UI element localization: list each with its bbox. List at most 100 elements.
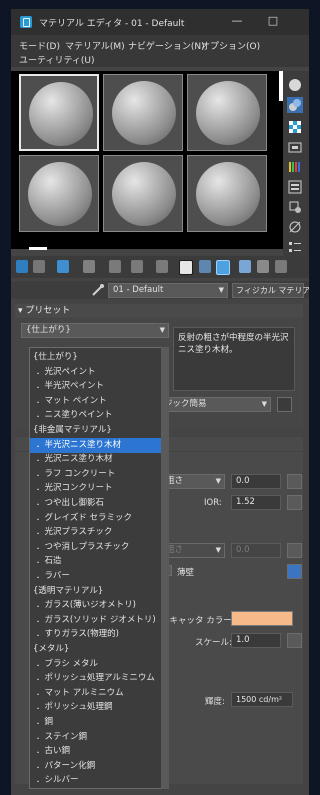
preset-list-item[interactable]: ．つや消しプラスチック <box>30 540 166 555</box>
sample-slot-3[interactable] <box>187 74 267 151</box>
go-parent-icon[interactable] <box>239 260 251 273</box>
put-library-icon[interactable] <box>156 260 168 273</box>
menu-utilities[interactable]: ユーティリティ(U) <box>19 53 95 66</box>
preset-list-item[interactable]: ．ラバー <box>30 569 166 584</box>
preset-list-item[interactable]: {仕上がり} <box>30 350 163 365</box>
menu-bar: モード(D) マテリアル(M) ナビゲーション(N) オプション(O) ユーティ… <box>11 35 309 67</box>
preset-rollout-header[interactable]: ▾ プリセット <box>15 304 303 318</box>
go-sibling-icon[interactable] <box>257 260 269 273</box>
preset-list-item[interactable]: ．光沢コンクリート <box>30 481 166 496</box>
preset-list-item[interactable]: ．光沢ペイント <box>30 365 166 380</box>
preset-list-item[interactable]: ．すりガラス(物理的) <box>30 627 166 642</box>
preset-list-item[interactable]: {透明マテリアル} <box>30 584 163 599</box>
assign-material-icon[interactable] <box>57 260 69 273</box>
scale-spinner[interactable]: 1.0 <box>231 633 281 648</box>
roughness-mode-dropdown[interactable]: 粗さ ▼ <box>161 474 225 489</box>
material-name-value: 01 - Default <box>113 285 164 295</box>
preset-list-item[interactable]: ．古い鋼 <box>30 744 166 759</box>
app-icon <box>20 16 32 28</box>
sample-slot-2[interactable] <box>103 74 183 151</box>
preset-list-item[interactable]: ．ガラス(薄いジオメトリ) <box>30 598 166 613</box>
preset-list-item[interactable]: ．半光沢ペイント <box>30 379 166 394</box>
preset-list-item[interactable]: ．マット アルミニウム <box>30 686 166 701</box>
minimize-button[interactable]: — <box>223 12 251 30</box>
unique-icon[interactable] <box>131 260 143 273</box>
preset-selected-value: {仕上がり} <box>26 325 71 335</box>
pick-material-icon[interactable] <box>275 260 287 273</box>
mode-dropdown[interactable]: ジック簡易 ▼ <box>159 397 271 412</box>
preset-list-item[interactable]: ．ポリッシュ処理鋼 <box>30 700 166 715</box>
hierarchy-icon[interactable] <box>287 239 303 255</box>
chevron-down-icon: ▼ <box>218 286 224 294</box>
navigator-icon[interactable] <box>287 219 303 235</box>
save-preset-icon[interactable] <box>277 397 292 412</box>
preset-list-item[interactable]: ．マット ペイント <box>30 394 166 409</box>
menu-material[interactable]: マテリアル(M) <box>65 39 125 52</box>
preset-list-item[interactable]: ．パターン化鋼 <box>30 759 166 774</box>
maximize-button[interactable]: □ <box>259 12 287 30</box>
menu-navigation[interactable]: ナビゲーション(N) <box>128 39 205 52</box>
show-end-result-icon[interactable] <box>216 260 230 275</box>
preset-list-item[interactable]: {メタル} <box>30 642 163 657</box>
checker-icon[interactable] <box>287 119 303 135</box>
menu-options[interactable]: オプション(O) <box>201 39 260 52</box>
material-id-icon[interactable] <box>179 260 193 275</box>
roughness-map-button[interactable] <box>287 474 302 489</box>
transparency-roughness-spinner[interactable]: 0.0 <box>231 543 281 558</box>
sample-sphere <box>112 162 176 226</box>
sphere-icon[interactable] <box>287 77 303 93</box>
luminance-spinner[interactable]: 1500 cd/m² <box>231 692 293 707</box>
transparency-map-button[interactable] <box>287 543 302 558</box>
sample-slot-5[interactable] <box>103 155 183 232</box>
menu-mode[interactable]: モード(D) <box>19 39 60 52</box>
sample-sphere <box>29 82 93 146</box>
preset-list-item[interactable]: ．ラフ コンクリート <box>30 467 166 482</box>
slots-horizontal-scrollbar[interactable] <box>29 247 47 250</box>
transparency-roughness-dropdown[interactable]: 粗さ ▼ <box>161 543 225 558</box>
copy-icon[interactable] <box>109 260 121 273</box>
preset-dropdown-list: {仕上がり} ．光沢ペイント ．半光沢ペイント ．マット ペイント ．ニス塗りペイント{… <box>29 347 169 789</box>
scatter-color-label: スキャッタ カラー: <box>161 616 235 626</box>
preset-list-item[interactable]: ．シルバー <box>30 773 166 788</box>
reset-icon[interactable] <box>83 260 95 273</box>
preset-list-item[interactable]: ．ガラス(ソリッド ジオメトリ) <box>30 613 166 628</box>
sample-options-sidebar <box>283 71 309 271</box>
sample-slot-1[interactable] <box>19 74 99 151</box>
put-material-icon[interactable] <box>33 260 45 273</box>
ior-map-button[interactable] <box>287 495 302 510</box>
preset-list-item[interactable]: ．ステイン鋼 <box>30 730 166 745</box>
show-map-icon[interactable] <box>199 260 211 273</box>
preset-dropdown[interactable]: {仕上がり} ▼ <box>21 323 169 338</box>
scatter-color-swatch[interactable] <box>231 611 293 626</box>
preset-list-item[interactable]: ．鋼 <box>30 715 166 730</box>
preset-list-item[interactable]: {非金属マテリアル} <box>30 423 163 438</box>
preset-list-item[interactable]: ．石造 <box>30 554 166 569</box>
get-material-icon[interactable] <box>16 260 28 273</box>
preset-list-scrollbar[interactable] <box>161 347 169 789</box>
preset-list-item[interactable]: ．半光沢ニス塗り木材 <box>30 437 166 453</box>
select-by-material-icon[interactable] <box>287 199 303 215</box>
options-icon[interactable] <box>287 179 303 195</box>
video-icon[interactable] <box>287 139 303 155</box>
preset-list-item[interactable]: ．光沢プラスチック <box>30 525 166 540</box>
sample-sphere <box>112 81 176 145</box>
material-type-button[interactable]: フィジカル マテリアル <box>232 283 309 298</box>
roughness-spinner[interactable]: 0.0 <box>231 474 281 489</box>
preset-list-item[interactable]: ．光沢ニス塗り木材 <box>30 452 166 467</box>
preset-list-item[interactable]: ．つや出し御影石 <box>30 496 166 511</box>
preset-list-item[interactable]: ．ポリッシュ処理アルミニウム <box>30 671 166 686</box>
title-bar[interactable]: マテリアル エディタ - 01 - Default — □ <box>11 9 309 35</box>
ior-label: IOR: <box>204 498 222 508</box>
eyedropper-icon[interactable] <box>91 283 105 297</box>
sample-slot-6[interactable] <box>187 155 267 232</box>
color-bars-icon[interactable] <box>287 159 303 175</box>
preset-list-item[interactable]: ．グレイズド セラミック <box>30 511 166 526</box>
scale-map-button[interactable] <box>287 633 302 648</box>
sample-slot-4[interactable] <box>19 155 99 232</box>
material-name-dropdown[interactable]: 01 - Default ▼ <box>108 283 228 298</box>
preset-list-item[interactable]: ．ブラシ メタル <box>30 657 166 672</box>
preset-list-item[interactable]: ．ニス塗りペイント <box>30 408 166 423</box>
ior-spinner[interactable]: 1.52 <box>231 495 281 510</box>
lock-icon[interactable] <box>287 564 302 579</box>
backlight-icon[interactable] <box>287 97 303 113</box>
